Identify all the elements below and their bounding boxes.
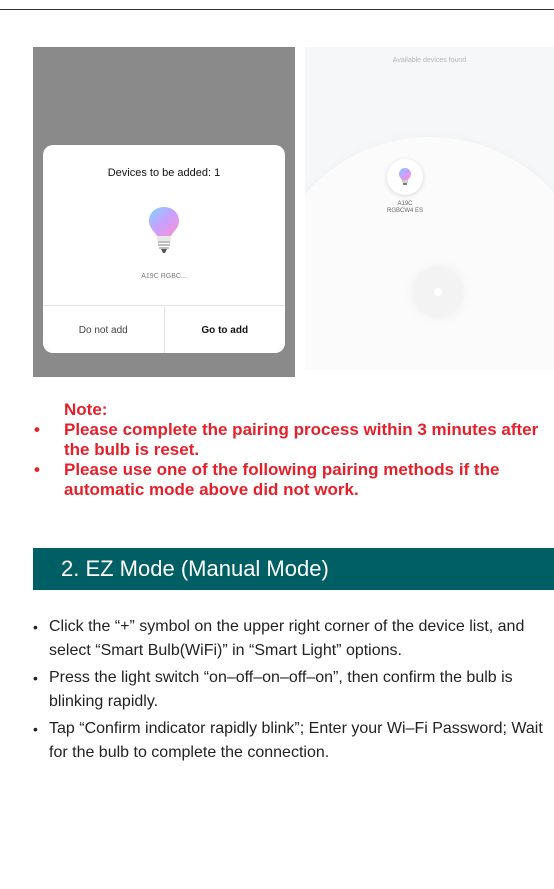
step-list: • Click the “+” symbol on the upper righ… xyxy=(33,615,554,768)
bullet-icon: • xyxy=(34,460,40,479)
list-item: • Tap “Confirm indicator rapidly blink”;… xyxy=(33,717,554,765)
list-item: • Press the light switch “on–off–on–off–… xyxy=(33,666,554,714)
go-to-add-button[interactable]: Go to add xyxy=(165,306,286,353)
top-rule xyxy=(0,9,554,10)
section-title: 2. EZ Mode (Manual Mode) xyxy=(61,556,329,581)
do-not-add-button[interactable]: Do not add xyxy=(43,306,165,353)
bullet-icon: • xyxy=(34,420,40,439)
dialog-actions: Do not add Go to add xyxy=(43,305,285,353)
bullet-icon: • xyxy=(33,670,38,686)
bulb-icon xyxy=(146,205,182,255)
dialog-device-name: A19C RGBC... xyxy=(141,273,187,280)
bullet-icon: • xyxy=(33,619,38,635)
list-item: • Click the “+” symbol on the upper righ… xyxy=(33,615,554,663)
note-item: • Please complete the pairing process wi… xyxy=(34,420,539,459)
scan-indicator xyxy=(413,267,463,317)
scanning-screenshot: Available devices found A19C RGBCW4 ES xyxy=(305,47,554,370)
found-device-name: A19C RGBCW4 ES xyxy=(386,201,423,214)
add-device-dialog: Devices to be added: 1 A19C RGBC... Do n… xyxy=(43,145,285,353)
section-header: 2. EZ Mode (Manual Mode) xyxy=(33,548,554,590)
dialog-title: Devices to be added: 1 xyxy=(107,167,221,179)
found-device-button[interactable] xyxy=(387,159,423,195)
note-item: • Please use one of the following pairin… xyxy=(34,460,500,499)
add-device-screenshot: Devices to be added: 1 A19C RGBC... Do n… xyxy=(33,47,295,377)
bullet-icon: • xyxy=(33,721,38,737)
scan-radar-circle xyxy=(305,137,554,370)
note-block: Note: • Please complete the pairing proc… xyxy=(34,400,549,500)
bulb-icon xyxy=(399,168,411,185)
note-title: Note: xyxy=(64,400,108,419)
found-text: Available devices found xyxy=(392,57,467,64)
